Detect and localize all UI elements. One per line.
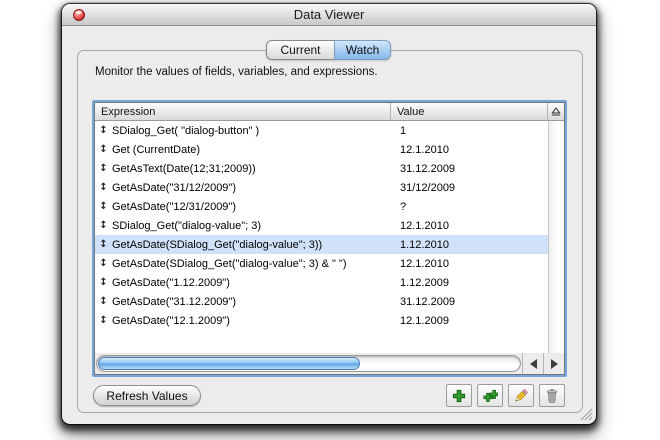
green-double-plus-icon (483, 389, 498, 402)
row-value: ? (400, 200, 407, 213)
table-header: Expression Value (95, 103, 564, 121)
horizontal-scrollbar (95, 353, 564, 374)
row-value: 12.1.2010 (400, 143, 449, 156)
tab-current[interactable]: Current (266, 40, 334, 60)
table-row[interactable]: ↕ Get (CurrentDate) 12.1.2010 (95, 140, 548, 159)
column-header-value[interactable]: Value (390, 103, 547, 120)
resize-grip[interactable] (580, 408, 593, 421)
row-expression: GetAsText(Date(12;31;2009)) (112, 162, 256, 175)
updown-arrow-icon: ↕ (99, 182, 108, 193)
table-row[interactable]: ↕ GetAsDate(SDialog_Get("dialog-value"; … (95, 235, 548, 254)
row-expression: GetAsDate("1.12.2009") (112, 276, 230, 289)
table-row[interactable]: ↕ GetAsDate("1.12.2009") 1.12.2009 (95, 273, 548, 292)
row-value: 31.12.2009 (400, 162, 456, 175)
updown-arrow-icon: ↕ (99, 296, 108, 307)
row-value: 12.1.2010 (400, 257, 449, 270)
row-expression: GetAsDate(SDialog_Get("dialog-value"; 3)… (112, 238, 323, 251)
table-body: ↕ SDialog_Get( "dialog-button" ) 1 ↕ Get… (95, 121, 564, 353)
updown-arrow-icon: ↕ (99, 277, 108, 288)
horizontal-scrollbar-thumb[interactable] (98, 357, 361, 370)
green-plus-icon (452, 389, 466, 402)
expression-action-buttons (446, 384, 565, 407)
vertical-scrollbar[interactable] (548, 121, 564, 353)
row-expression: SDialog_Get("dialog-value"; 3) (112, 219, 262, 232)
updown-arrow-icon: ↕ (99, 220, 108, 231)
updown-arrow-icon: ↕ (99, 201, 108, 212)
description-text: Monitor the values of fields, variables,… (95, 66, 378, 78)
horizontal-scrollbar-track[interactable] (96, 355, 521, 372)
refresh-values-button[interactable]: Refresh Values (93, 385, 201, 406)
row-expression: GetAsDate("12/31/2009") (112, 200, 236, 213)
trash-icon (546, 388, 558, 403)
screenshot-stage: Data Viewer Current Watch Monitor the va… (0, 0, 660, 440)
row-expression: Get (CurrentDate) (112, 143, 201, 156)
arrow-left-icon (529, 358, 537, 369)
tab-bar: Current Watch (266, 40, 391, 60)
window-title: Data Viewer (293, 7, 365, 22)
row-value: 31.12.2009 (400, 295, 456, 308)
row-expression: GetAsDate("31.12.2009") (112, 295, 236, 308)
table-row[interactable]: ↕ SDialog_Get( "dialog-button" ) 1 (95, 121, 548, 140)
updown-arrow-icon: ↕ (99, 144, 108, 155)
scrollbar-arrow-group (522, 353, 564, 374)
data-viewer-window: Data Viewer Current Watch Monitor the va… (62, 4, 596, 424)
delete-expression-button[interactable] (539, 384, 565, 407)
table-row[interactable]: ↕ GetAsDate("31.12.2009") 31.12.2009 (95, 292, 548, 311)
row-expression: GetAsDate("12.1.2009") (112, 314, 230, 327)
table-row[interactable]: ↕ GetAsDate("12/31/2009") ? (95, 197, 548, 216)
row-value: 12.1.2009 (400, 314, 449, 327)
scroll-right-button[interactable] (543, 353, 564, 374)
watch-table: Expression Value ↕ SDialog_Get( "dialog-… (92, 100, 567, 377)
row-value: 1.12.2010 (400, 238, 449, 251)
add-multiple-expressions-button[interactable] (477, 384, 503, 407)
table-row[interactable]: ↕ GetAsDate(SDialog_Get("dialog-value"; … (95, 254, 548, 273)
updown-arrow-icon: ↕ (99, 258, 108, 269)
table-row[interactable]: ↕ SDialog_Get("dialog-value"; 3) 12.1.20… (95, 216, 548, 235)
table-row[interactable]: ↕ GetAsDate("12.1.2009") 12.1.2009 (95, 311, 548, 330)
row-expression: SDialog_Get( "dialog-button" ) (112, 124, 260, 137)
column-header-sort[interactable] (547, 103, 564, 120)
title-bar[interactable]: Data Viewer (62, 4, 596, 26)
add-expression-button[interactable] (446, 384, 472, 407)
row-expression: GetAsDate(SDialog_Get("dialog-value"; 3)… (112, 257, 347, 270)
scroll-left-button[interactable] (523, 353, 543, 374)
edit-expression-button[interactable] (508, 384, 534, 407)
sort-column-icon (551, 107, 561, 116)
table-row[interactable]: ↕ GetAsText(Date(12;31;2009)) 31.12.2009 (95, 159, 548, 178)
arrow-right-icon (550, 358, 558, 369)
updown-arrow-icon: ↕ (99, 125, 108, 136)
watch-table-inner: Expression Value ↕ SDialog_Get( "dialog-… (94, 102, 565, 375)
row-value: 12.1.2010 (400, 219, 449, 232)
row-value: 1 (400, 124, 407, 137)
row-expression: GetAsDate("31/12/2009") (112, 181, 236, 194)
table-row[interactable]: ↕ GetAsDate("31/12/2009") 31/12/2009 (95, 178, 548, 197)
row-value: 1.12.2009 (400, 276, 449, 289)
updown-arrow-icon: ↕ (99, 163, 108, 174)
updown-arrow-icon: ↕ (99, 239, 108, 250)
row-value: 31/12/2009 (400, 181, 456, 194)
pencil-icon (515, 388, 528, 402)
tab-watch[interactable]: Watch (334, 40, 391, 60)
column-header-expression[interactable]: Expression (95, 103, 390, 120)
updown-arrow-icon: ↕ (99, 315, 108, 326)
